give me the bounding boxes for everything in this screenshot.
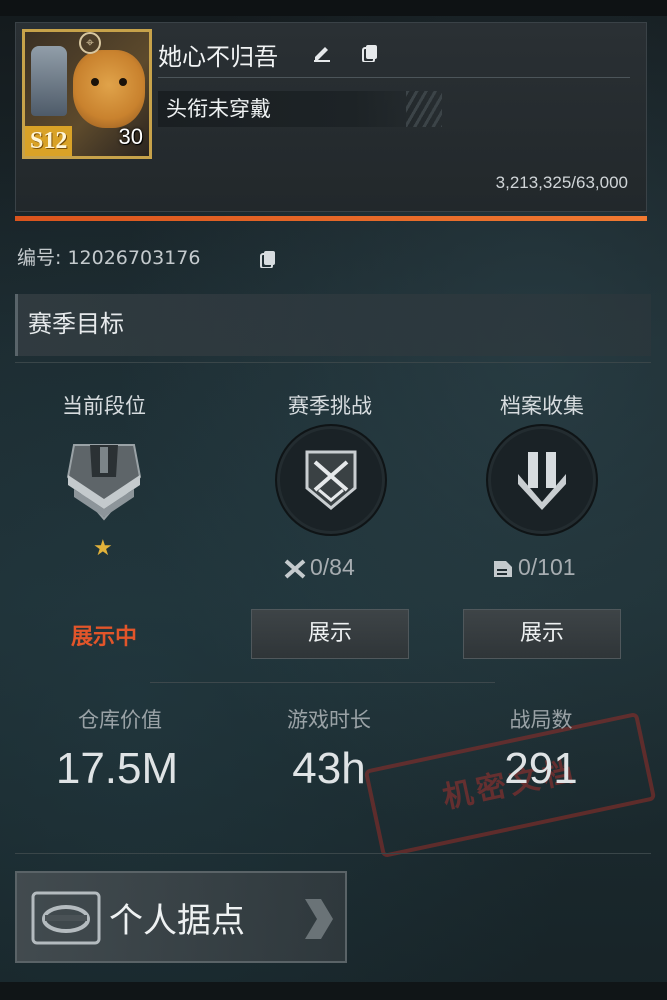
profile-card: ⌖ S12 30 她心不归吾 头衔未穿戴 3,213,325/63,000	[15, 22, 647, 212]
personal-base-label: 个人据点	[109, 901, 245, 941]
exp-progress-text: 3,213,325/63,000	[495, 173, 628, 192]
divider	[15, 853, 651, 854]
archive-show-button[interactable]: 展示	[463, 609, 621, 659]
rank-showing-status: 展示中	[70, 625, 137, 650]
chevron-emblem-icon	[518, 452, 566, 510]
copy-icon[interactable]	[360, 42, 380, 62]
avatar[interactable]: ⌖ S12 30	[22, 29, 152, 159]
personal-base-button[interactable]: 个人据点	[15, 871, 347, 963]
title-stripes	[406, 91, 442, 127]
current-rank-label: 当前段位	[62, 394, 146, 418]
base-icon	[31, 891, 101, 945]
title-tag[interactable]: 头衔未穿戴	[158, 91, 442, 127]
crosshair-icon: ⌖	[79, 32, 101, 54]
player-name: 她心不归吾	[158, 43, 278, 71]
level-number: 30	[118, 124, 143, 149]
archive-collection-label: 档案收集	[500, 394, 584, 418]
crossed-swords-icon	[284, 559, 306, 579]
challenge-show-button[interactable]: 展示	[251, 609, 409, 659]
player-id-label: 编号:	[17, 247, 62, 269]
play-time-label: 游戏时长	[287, 708, 371, 732]
bottom-bar	[0, 982, 667, 1000]
season-goal-header[interactable]: 赛季目标	[15, 294, 651, 356]
archive-collection-emblem[interactable]	[486, 424, 598, 536]
warehouse-value-label: 仓库价值	[78, 708, 162, 732]
rank-shield-icon[interactable]	[60, 437, 148, 525]
player-id-value: 12026703176	[67, 247, 201, 269]
challenge-count-value: 0/84	[310, 554, 355, 580]
avatar-bottle	[31, 46, 67, 116]
match-count-value: 291	[504, 744, 578, 793]
crossed-rifles-icon	[305, 450, 357, 510]
play-time-value: 43h	[292, 744, 366, 793]
warehouse-value: 17.5M	[55, 744, 179, 793]
season-badge: S12	[25, 126, 73, 156]
player-id: 编号: 12026703176	[17, 243, 200, 270]
card-accent-bar	[15, 216, 647, 221]
pencil-icon[interactable]	[312, 42, 332, 62]
season-challenge-emblem[interactable]	[275, 424, 387, 536]
title-text: 头衔未穿戴	[166, 97, 271, 121]
challenge-count: 0/84	[284, 554, 355, 581]
archive-count: 0/101	[492, 554, 576, 581]
archive-count-value: 0/101	[518, 554, 576, 580]
chevron-right-icon	[305, 899, 333, 939]
divider	[15, 362, 651, 363]
avatar-dog	[73, 50, 145, 128]
document-icon	[494, 560, 512, 577]
copy-icon[interactable]	[258, 248, 278, 268]
star-icon: ★	[93, 536, 113, 561]
match-count-label: 战局数	[509, 708, 573, 732]
status-strip	[0, 0, 667, 16]
season-challenge-label: 赛季挑战	[288, 394, 372, 418]
name-divider	[158, 77, 630, 78]
divider	[150, 682, 495, 683]
